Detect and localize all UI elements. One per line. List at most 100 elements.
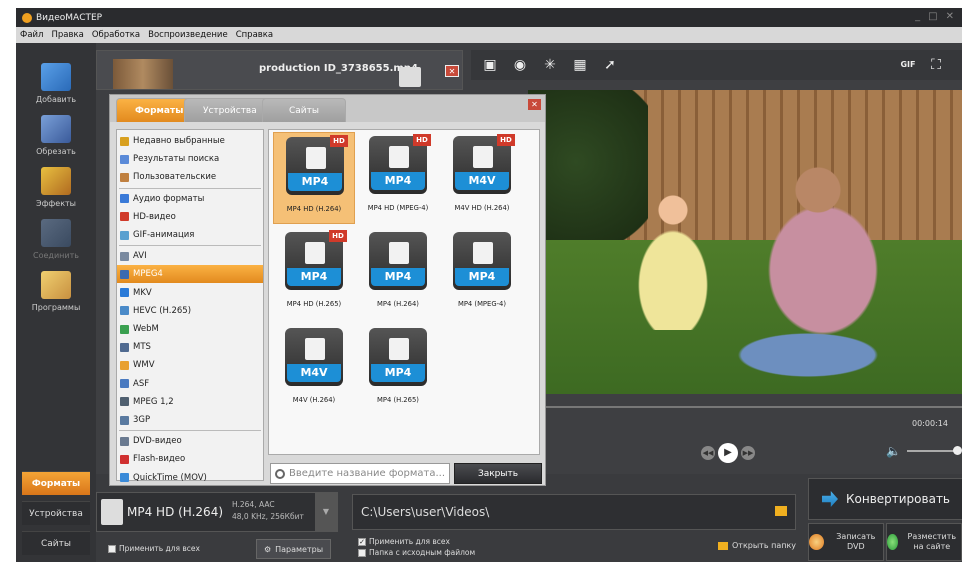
category-item[interactable]: DVD-видео bbox=[117, 432, 263, 450]
output-format-name: MP4 HD (H.264) bbox=[127, 505, 224, 519]
timeline-bar[interactable] bbox=[528, 406, 962, 408]
play-icon[interactable]: ▶ bbox=[718, 443, 738, 463]
gif-icon[interactable]: GIF bbox=[897, 55, 919, 75]
remove-file-icon[interactable]: ✕ bbox=[445, 65, 459, 77]
category-item[interactable]: HD-видео bbox=[117, 208, 263, 226]
category-label: Пользовательские bbox=[133, 172, 217, 183]
category-item[interactable]: HEVC (H.265) bbox=[117, 302, 263, 320]
close-button[interactable]: Закрыть bbox=[454, 463, 542, 484]
category-item[interactable]: Недавно выбранные bbox=[117, 132, 263, 150]
format-caption: MP4 (H.264) bbox=[377, 300, 419, 308]
category-item[interactable]: 3GP bbox=[117, 411, 263, 429]
category-item[interactable]: Пользовательские bbox=[117, 168, 263, 186]
category-item[interactable]: MKV bbox=[117, 284, 263, 302]
add-button[interactable]: Добавить bbox=[22, 61, 90, 111]
effects-button[interactable]: Эффекты bbox=[22, 165, 90, 215]
prev-icon[interactable]: ◀◀ bbox=[701, 446, 715, 460]
stabilize-icon[interactable]: ▦ bbox=[569, 55, 591, 75]
format-tile[interactable]: M4V M4V (H.264) bbox=[273, 324, 355, 416]
rotate-icon[interactable]: ◉ bbox=[509, 55, 531, 75]
category-list: Недавно выбранные Результаты поиска Пользо… bbox=[116, 129, 264, 483]
format-tag: MP4 bbox=[371, 268, 425, 286]
category-separator bbox=[119, 187, 261, 189]
format-tile[interactable]: MP4 HD MP4 HD (H.265) bbox=[273, 228, 355, 320]
tab-devices[interactable]: Устройства bbox=[22, 501, 90, 525]
fullscreen-icon[interactable]: ⛶ bbox=[925, 55, 947, 75]
output-format-card[interactable]: MP4 HD (H.264) H.264, AAC 48,0 KHz, 256Кб… bbox=[96, 492, 338, 532]
tab-sites[interactable]: Сайты bbox=[22, 531, 90, 555]
category-item[interactable]: AVI bbox=[117, 247, 263, 265]
category-item[interactable]: ASF bbox=[117, 375, 263, 393]
menu-help[interactable]: Справка bbox=[236, 30, 273, 40]
convert-button[interactable]: Конвертировать bbox=[808, 478, 962, 520]
close-dialog-icon[interactable]: ✕ bbox=[528, 99, 541, 110]
menu-file[interactable]: Файл bbox=[20, 30, 43, 40]
publish-button[interactable]: Разместить на сайте bbox=[886, 523, 962, 561]
category-label: HD-видео bbox=[133, 211, 176, 222]
category-item[interactable]: GIF-анимация bbox=[117, 226, 263, 244]
burn-dvd-button[interactable]: Записать DVD bbox=[808, 523, 884, 561]
category-label: AVI bbox=[133, 251, 147, 262]
user-icon bbox=[120, 172, 129, 182]
format-tile[interactable]: M4V HD M4V HD (H.264) bbox=[441, 132, 523, 224]
brightness-icon[interactable]: ✳ bbox=[539, 55, 561, 75]
volume-slider[interactable] bbox=[906, 446, 962, 455]
cut-button[interactable]: Обрезать bbox=[22, 113, 90, 163]
effects-icon bbox=[41, 167, 71, 195]
file-card[interactable]: production ID_3738655.mp4 ✕ bbox=[96, 50, 463, 90]
join-button[interactable]: Соединить bbox=[22, 217, 90, 267]
dialog-tab-sites[interactable]: Сайты bbox=[262, 98, 346, 122]
format-caption: M4V (H.264) bbox=[292, 396, 336, 404]
minimize-icon[interactable]: _ bbox=[915, 11, 920, 22]
category-item[interactable]: WMV bbox=[117, 356, 263, 374]
programs-button[interactable]: Программы bbox=[22, 269, 90, 319]
format-tag: MP4 bbox=[287, 268, 341, 286]
format-tile[interactable]: MP4 MP4 (H.264) bbox=[357, 228, 439, 320]
parameters-button[interactable]: ⚙ Параметры bbox=[256, 539, 331, 559]
category-item[interactable]: MPEG 1,2 bbox=[117, 393, 263, 411]
cut-film-icon bbox=[41, 115, 71, 143]
format-tile[interactable]: MP4 MP4 (MPEG-4) bbox=[441, 228, 523, 320]
3gp-icon bbox=[120, 415, 129, 425]
volume-knob[interactable] bbox=[952, 446, 962, 455]
category-item[interactable]: MPEG4 bbox=[117, 265, 263, 284]
dvd-icon bbox=[809, 534, 824, 550]
mkv-icon bbox=[120, 288, 129, 298]
category-label: Недавно выбранные bbox=[133, 136, 225, 146]
category-item[interactable]: WebM bbox=[117, 320, 263, 338]
hd-badge: HD bbox=[330, 135, 348, 147]
chevron-down-icon[interactable]: ▼ bbox=[315, 493, 337, 531]
volume-icon[interactable]: 🔈 bbox=[886, 444, 901, 458]
hd-badge: HD bbox=[497, 134, 515, 146]
format-tile[interactable]: MP4 HD MP4 HD (H.264) bbox=[273, 132, 355, 224]
source-folder-checkbox[interactable]: Папка с исходным файлом bbox=[358, 548, 475, 557]
menu-playback[interactable]: Воспроизведение bbox=[148, 30, 228, 40]
browse-folder-icon[interactable] bbox=[775, 506, 787, 516]
apply-all-checkbox-2[interactable]: ✓ Применить для всех bbox=[358, 537, 475, 546]
maximize-icon[interactable]: □ bbox=[928, 11, 937, 22]
category-item[interactable]: MTS bbox=[117, 338, 263, 356]
man bbox=[728, 150, 888, 380]
menu-edit[interactable]: Правка bbox=[51, 30, 83, 40]
transport-controls: ◀◀ ▶ ▶▶ bbox=[701, 443, 755, 463]
category-item[interactable]: Аудио форматы bbox=[117, 190, 263, 208]
category-item[interactable]: Результаты поиска bbox=[117, 150, 263, 168]
video-camera-icon: M4V HD bbox=[453, 134, 515, 194]
format-dialog: Форматы Устройства Сайты ✕ Недавно выбра… bbox=[109, 94, 546, 486]
crop-icon[interactable]: ▣ bbox=[479, 55, 501, 75]
tab-formats[interactable]: Форматы bbox=[22, 471, 90, 495]
open-folder-button[interactable]: Открыть папку bbox=[718, 541, 796, 550]
speed-icon[interactable]: ➚ bbox=[599, 55, 621, 75]
output-path-field[interactable]: C:\Users\user\Videos\ bbox=[352, 494, 796, 530]
category-item[interactable]: Flash-видео bbox=[117, 450, 263, 468]
folder-icon bbox=[718, 541, 728, 550]
format-search-input[interactable]: Введите название формата... bbox=[270, 463, 450, 484]
close-window-icon[interactable]: ✕ bbox=[946, 11, 954, 22]
category-item[interactable]: QuickTime (MOV) bbox=[117, 469, 263, 487]
apply-all-checkbox[interactable]: Применить для всех bbox=[108, 544, 200, 553]
format-tile[interactable]: MP4 HD MP4 HD (MPEG-4) bbox=[357, 132, 439, 224]
next-icon[interactable]: ▶▶ bbox=[741, 446, 755, 460]
search-icon bbox=[275, 468, 285, 479]
format-tile[interactable]: MP4 MP4 (H.265) bbox=[357, 324, 439, 416]
menu-process[interactable]: Обработка bbox=[92, 30, 140, 40]
